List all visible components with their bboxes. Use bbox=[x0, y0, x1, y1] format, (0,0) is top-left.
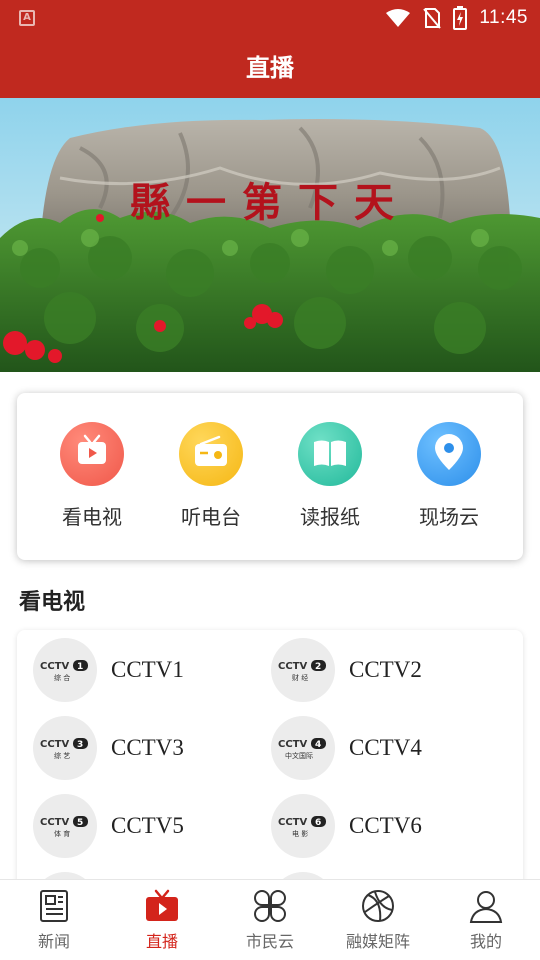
channel-list: CCTV 1 综 合 CCTV1 CCTV 2 财 经 CCTV2 CCTV 3 bbox=[17, 630, 523, 936]
nav-label: 直播 bbox=[145, 932, 178, 951]
svg-text:5: 5 bbox=[77, 818, 83, 828]
nav-item-citizen-cloud[interactable]: 市民云 bbox=[216, 880, 324, 960]
user-icon bbox=[469, 891, 503, 923]
media-matrix-icon bbox=[362, 890, 394, 922]
nav-label: 我的 bbox=[469, 932, 502, 951]
nav-item-news[interactable]: 新闻 bbox=[0, 880, 108, 960]
svg-text:财 经: 财 经 bbox=[292, 673, 308, 682]
page-title: 直播 bbox=[246, 54, 294, 82]
cctv3-logo-icon: CCTV 3 综 艺 bbox=[33, 716, 97, 780]
tv-icon bbox=[60, 422, 124, 486]
cctv2-logo-icon: CCTV 2 财 经 bbox=[271, 638, 335, 702]
svg-text:综 合: 综 合 bbox=[54, 673, 70, 682]
svg-text:CCTV: CCTV bbox=[278, 817, 307, 828]
clock: 11:45 bbox=[479, 7, 528, 28]
nav-item-live[interactable]: 直播 bbox=[108, 880, 216, 960]
channel-name: CCTV2 bbox=[349, 657, 422, 682]
no-sim-icon bbox=[423, 8, 442, 29]
quick-entry-label: 读报纸 bbox=[300, 505, 360, 529]
svg-text:3: 3 bbox=[77, 740, 83, 750]
status-icons: 11:45 bbox=[385, 6, 528, 30]
live-tv-icon bbox=[146, 889, 178, 921]
cctv5-logo-icon: CCTV 5 体 育 bbox=[33, 794, 97, 858]
channel-name: CCTV4 bbox=[349, 735, 422, 760]
channel-name: CCTV6 bbox=[349, 813, 422, 838]
banner-carousel[interactable]: 縣一第下天 bbox=[0, 98, 540, 372]
svg-text:1: 1 bbox=[77, 662, 83, 672]
banner-image: 縣一第下天 bbox=[0, 98, 540, 372]
channel-name: CCTV3 bbox=[111, 735, 184, 760]
section-title-tv: 看电视 bbox=[19, 590, 86, 615]
nav-label: 新闻 bbox=[37, 932, 70, 951]
nav-label: 市民云 bbox=[245, 932, 294, 951]
channel-item-cctv6[interactable]: CCTV 6 电 影 CCTV6 bbox=[271, 794, 501, 860]
svg-text:电 影: 电 影 bbox=[292, 829, 308, 838]
nav-item-mine[interactable]: 我的 bbox=[432, 880, 540, 960]
clover-grid-icon bbox=[254, 890, 286, 922]
quick-entry-tv[interactable]: 看电视 bbox=[32, 393, 152, 560]
channel-name: CCTV1 bbox=[111, 657, 184, 682]
svg-text:中文国际: 中文国际 bbox=[285, 751, 313, 760]
cctv6-logo-icon: CCTV 6 电 影 bbox=[271, 794, 335, 858]
svg-text:CCTV: CCTV bbox=[278, 739, 307, 750]
newspaper-icon bbox=[40, 890, 68, 922]
status-bar: A 11:45 bbox=[0, 0, 540, 36]
quick-entry-label: 看电视 bbox=[62, 505, 122, 529]
nav-item-media-matrix[interactable]: 融媒矩阵 bbox=[324, 880, 432, 960]
banner-carved-text: 縣一第下天 bbox=[130, 179, 410, 226]
channel-item-cctv5[interactable]: CCTV 5 体 育 CCTV5 bbox=[33, 794, 263, 860]
channel-item-cctv2[interactable]: CCTV 2 财 经 CCTV2 bbox=[271, 638, 501, 704]
svg-text:CCTV: CCTV bbox=[40, 817, 69, 828]
channel-name: CCTV5 bbox=[111, 813, 184, 838]
cctv4-logo-icon: CCTV 4 中文国际 bbox=[271, 716, 335, 780]
top-bar: A 11:45 直播 bbox=[0, 0, 540, 98]
svg-text:CCTV: CCTV bbox=[278, 661, 307, 672]
radio-icon bbox=[179, 422, 243, 486]
channel-item-cctv4[interactable]: CCTV 4 中文国际 CCTV4 bbox=[271, 716, 501, 782]
svg-text:6: 6 bbox=[315, 818, 321, 828]
svg-text:体 育: 体 育 bbox=[54, 829, 70, 838]
battery-charging-icon bbox=[453, 6, 468, 30]
location-pin-icon bbox=[417, 422, 481, 486]
svg-text:CCTV: CCTV bbox=[40, 739, 69, 750]
quick-entry-card: 看电视 听电台 读报纸 现场云 bbox=[17, 393, 523, 560]
bottom-navigation: 新闻 直播 市民云 融媒矩阵 我的 bbox=[0, 879, 540, 960]
quick-entry-label: 现场云 bbox=[419, 505, 479, 529]
svg-text:综 艺: 综 艺 bbox=[54, 751, 70, 760]
cctv1-logo-icon: CCTV 1 综 合 bbox=[33, 638, 97, 702]
wifi-icon bbox=[386, 9, 411, 27]
nav-label: 融媒矩阵 bbox=[345, 932, 410, 951]
app-notification-icon: A bbox=[19, 10, 35, 26]
quick-entry-live-cloud[interactable]: 现场云 bbox=[389, 393, 509, 560]
channel-item-cctv1[interactable]: CCTV 1 综 合 CCTV1 bbox=[33, 638, 263, 704]
channel-item-cctv3[interactable]: CCTV 3 综 艺 CCTV3 bbox=[33, 716, 263, 782]
quick-entry-newspaper[interactable]: 读报纸 bbox=[270, 393, 390, 560]
quick-entry-label: 听电台 bbox=[181, 505, 241, 529]
svg-text:CCTV: CCTV bbox=[40, 661, 69, 672]
book-icon bbox=[298, 422, 362, 486]
quick-entry-radio[interactable]: 听电台 bbox=[151, 393, 271, 560]
svg-text:2: 2 bbox=[315, 662, 321, 672]
svg-text:4: 4 bbox=[315, 740, 321, 750]
